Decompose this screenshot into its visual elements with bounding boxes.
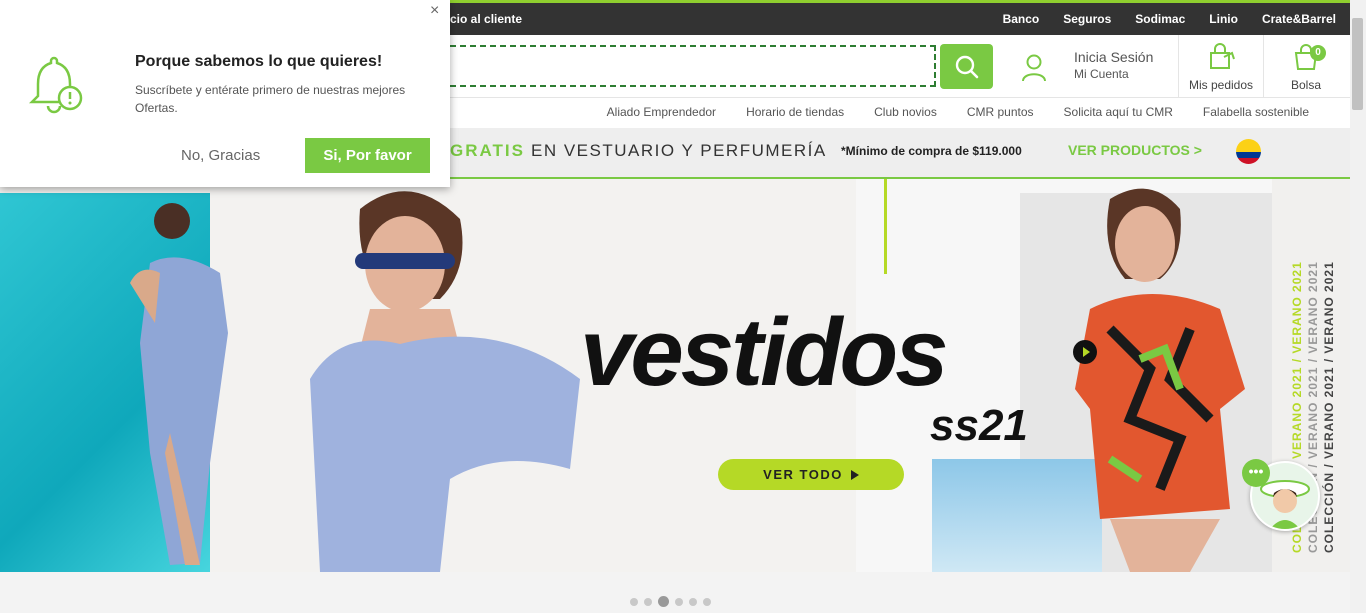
carousel-dot[interactable] [630, 597, 638, 606]
search-button[interactable] [940, 44, 993, 89]
divider [1178, 35, 1179, 97]
user-icon [1022, 54, 1046, 82]
my-orders-button[interactable]: Mis pedidos [1180, 43, 1262, 92]
divider [1263, 35, 1264, 97]
search-icon [955, 55, 978, 78]
orders-label: Mis pedidos [1188, 78, 1254, 92]
bag-label: Bolsa [1290, 78, 1322, 92]
decor-line [884, 179, 887, 274]
hero-banner[interactable]: vestidos ss21 VER TODO COLECCIÓN / VERAN… [0, 179, 1350, 572]
link-seguros[interactable]: Seguros [1063, 12, 1111, 26]
decline-button[interactable]: No, Gracias [181, 147, 260, 164]
orders-icon [1210, 43, 1235, 69]
nav-aliado-emprendedor[interactable]: Aliado Emprendedor [607, 105, 716, 119]
carousel-dots [630, 596, 711, 607]
view-products-link[interactable]: VER PRODUCTOS > [1068, 142, 1202, 158]
model-image-left [130, 203, 228, 565]
promo-minimum: *Mínimo de compra de $119.000 [841, 144, 1022, 158]
customer-service-link[interactable]: vicio al cliente [440, 12, 522, 26]
scrollbar-thumb[interactable] [1352, 18, 1363, 110]
nav-solicita-cmr[interactable]: Solicita aquí tu CMR [1064, 105, 1173, 119]
carousel-dot-active[interactable] [658, 596, 669, 607]
link-sodimac[interactable]: Sodimac [1135, 12, 1185, 26]
popup-title: Porque sabemos lo que quieres! [135, 53, 383, 70]
carousel-dot[interactable] [703, 597, 711, 606]
carousel-dot[interactable] [689, 597, 697, 606]
view-all-button[interactable]: VER TODO [718, 459, 904, 490]
bell-icon [28, 56, 83, 114]
nav-club-novios[interactable]: Club novios [874, 105, 937, 119]
hero-headline: vestidos [580, 299, 948, 406]
collection-text-3: COLECCIÓN / VERANO 2021 / VERANO 2021 [1322, 261, 1336, 553]
login-label: Inicia Sesión [1074, 49, 1154, 65]
partner-links: Banco Seguros Sodimac Linio Crate&Barrel [1003, 12, 1336, 26]
view-all-label: VER TODO [763, 467, 843, 482]
link-crate-barrel[interactable]: Crate&Barrel [1262, 12, 1336, 26]
close-icon[interactable]: × [430, 2, 439, 20]
popup-message: Suscríbete y entérate primero de nuestra… [135, 83, 406, 115]
my-account-label: Mi Cuenta [1074, 67, 1129, 81]
link-linio[interactable]: Linio [1209, 12, 1238, 26]
carousel-dot[interactable] [675, 597, 683, 606]
model-image-center [310, 191, 580, 572]
carousel-dot[interactable] [644, 597, 652, 606]
bag-count-badge: 0 [1310, 45, 1326, 61]
model-image-right [1075, 188, 1245, 572]
link-banco[interactable]: Banco [1003, 12, 1040, 26]
promo-highlight: GRATIS [450, 141, 525, 160]
nav-cmr-puntos[interactable]: CMR puntos [967, 105, 1034, 119]
nav-horario-tiendas[interactable]: Horario de tiendas [746, 105, 844, 119]
nav-falabella-sostenible[interactable]: Falabella sostenible [1203, 105, 1309, 119]
chat-bubble-icon[interactable]: ••• [1242, 459, 1270, 487]
accept-button[interactable]: Si, Por favor [305, 138, 430, 173]
search-input[interactable] [442, 47, 934, 85]
bag-button[interactable]: 0 Bolsa [1266, 43, 1346, 92]
play-arrow-icon [850, 469, 859, 480]
notification-popup: × Porque sabemos lo que quieres! Suscríb… [0, 0, 450, 187]
hero-subheadline: ss21 [930, 401, 1028, 450]
search-box [440, 45, 936, 87]
promo-category: EN VESTUARIO Y PERFUMERÍA [531, 141, 827, 160]
colombia-flag-icon[interactable] [1236, 139, 1261, 164]
account-login[interactable]: Inicia Sesión Mi Cuenta [1016, 45, 1176, 89]
play-icon[interactable] [1073, 340, 1097, 364]
